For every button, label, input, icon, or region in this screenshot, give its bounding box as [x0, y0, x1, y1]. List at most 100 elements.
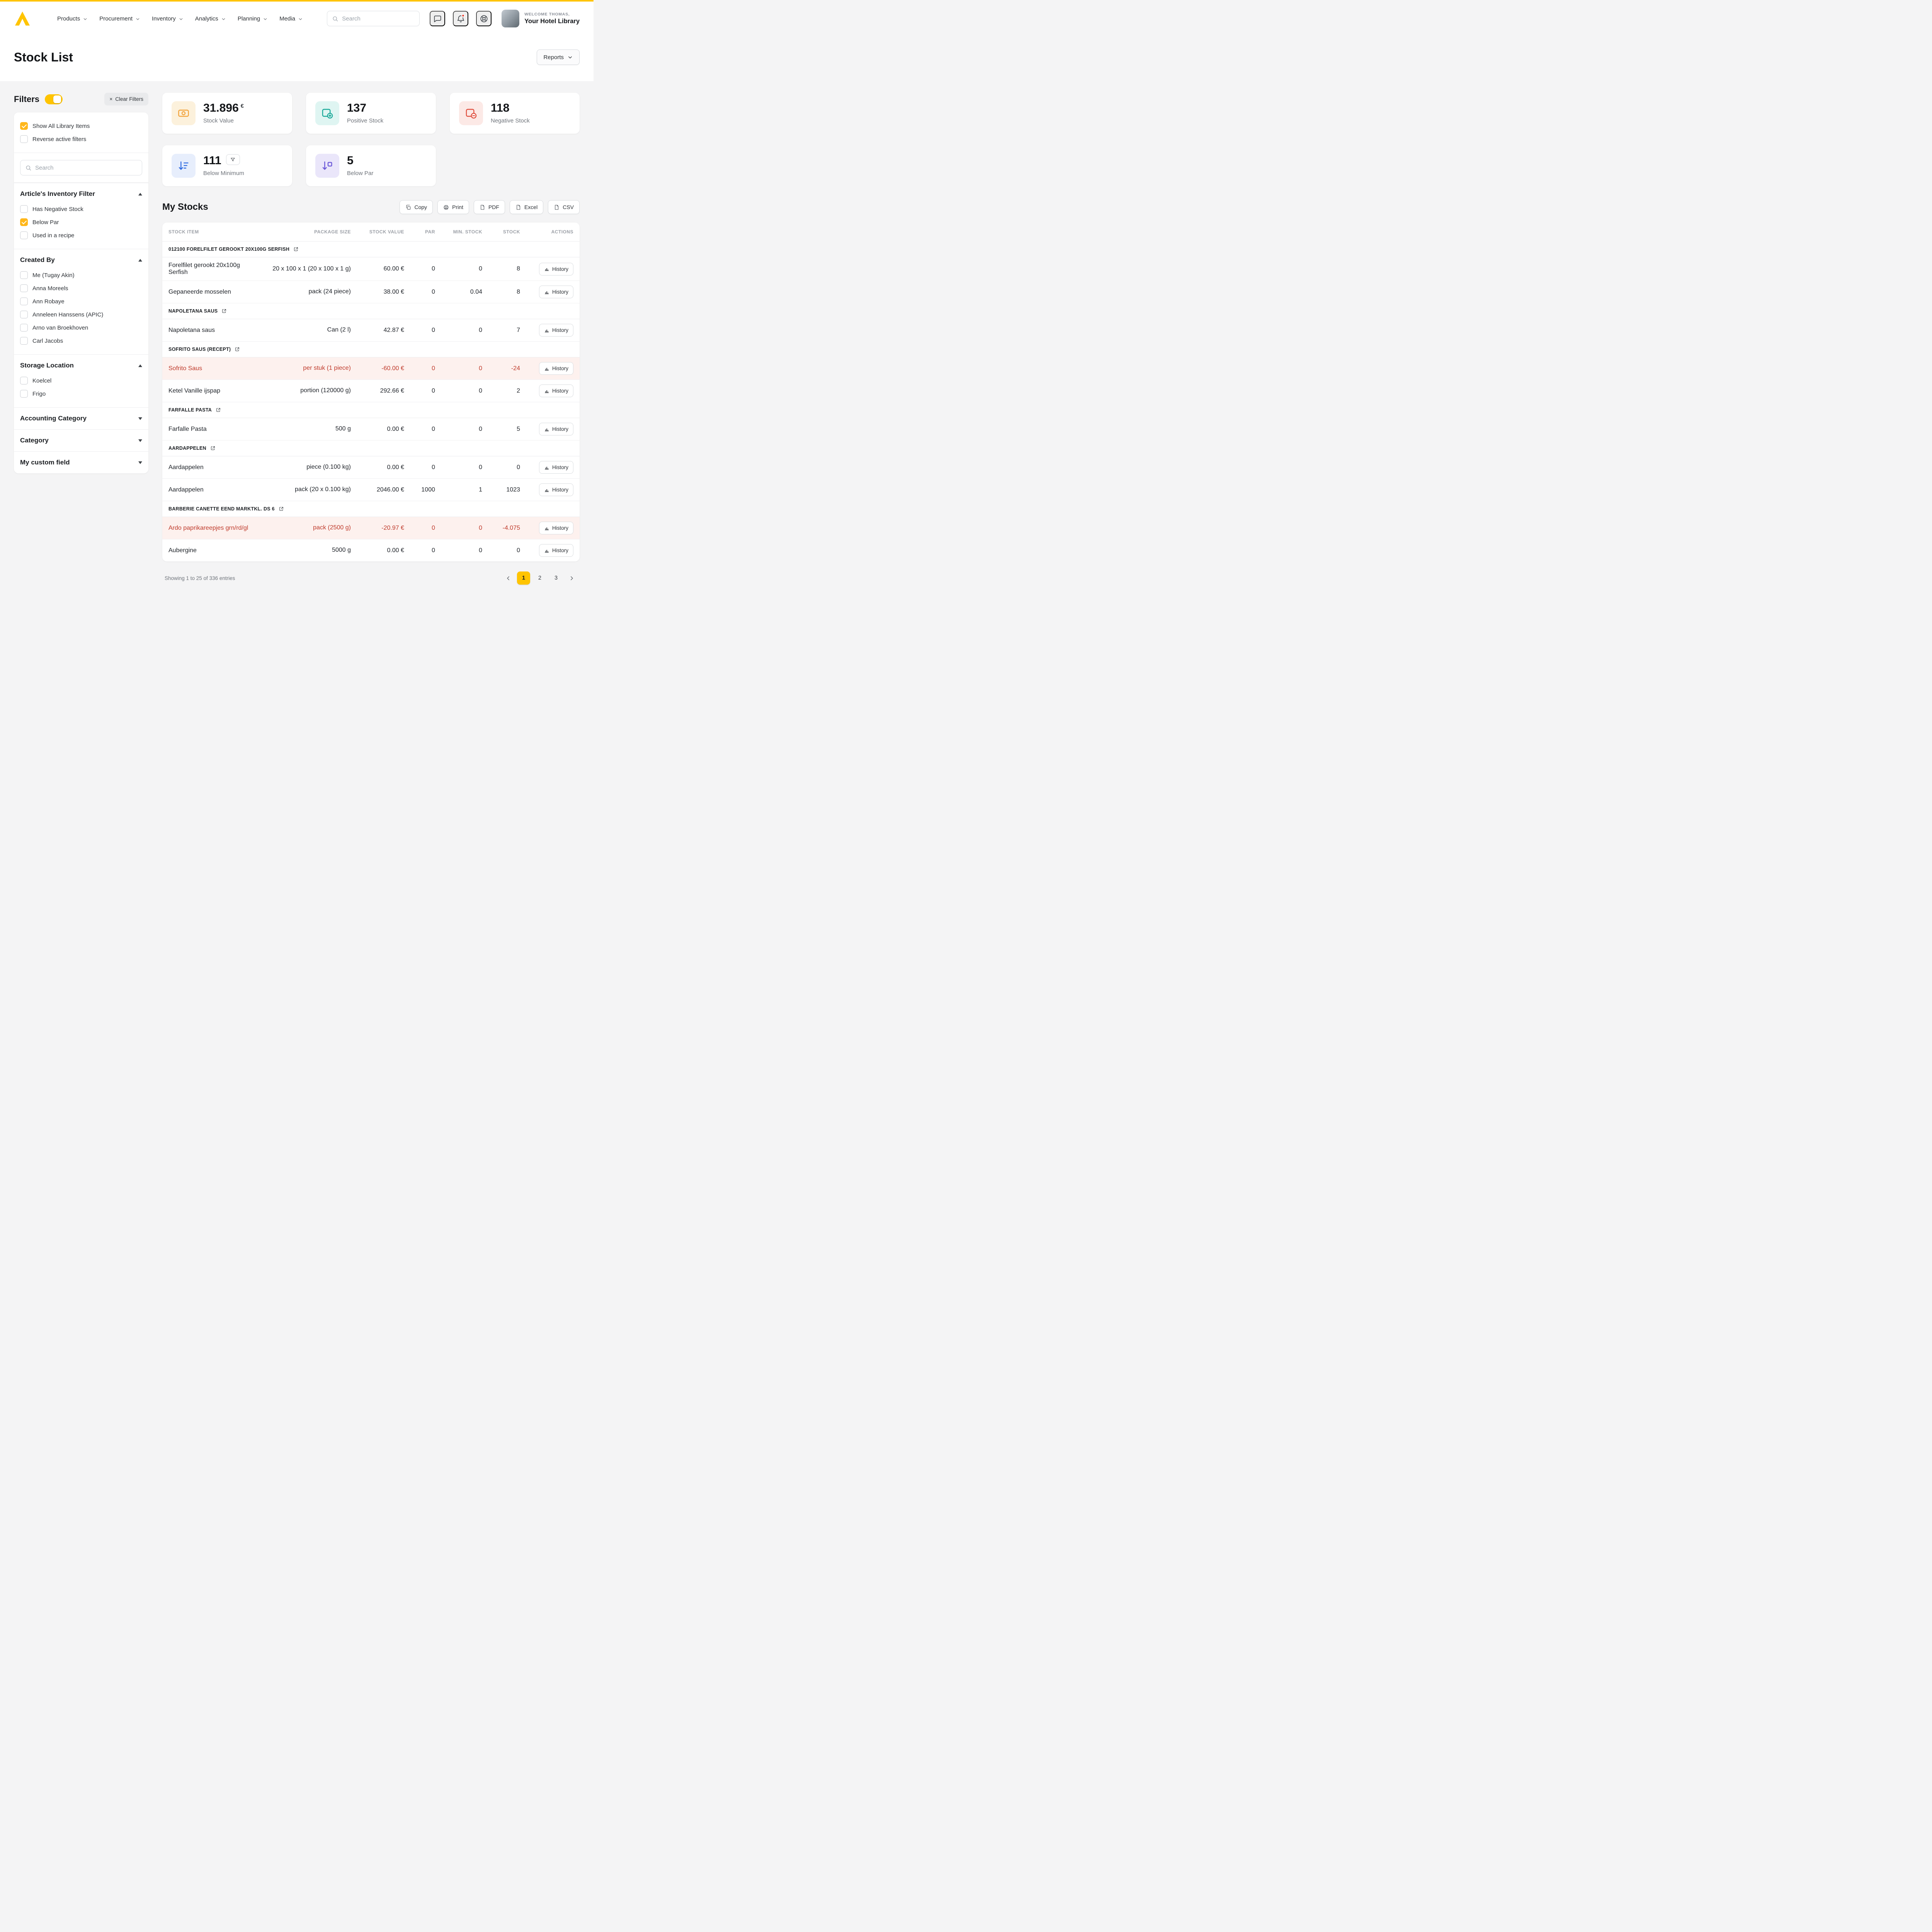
filter-section-toggle-my-custom-field[interactable]: My custom field [20, 459, 142, 466]
nav-item-analytics[interactable]: Analytics [195, 15, 226, 22]
filter-option-carl-jacobs[interactable]: Carl Jacobs [20, 334, 142, 347]
filters-title: Filters [14, 94, 40, 104]
export-excel-button[interactable]: Excel [509, 200, 544, 214]
table-row: Farfalle Pasta 500 g 0.00 € 0 0 5 History [162, 418, 580, 440]
history-button-label: History [552, 266, 568, 272]
history-button-label: History [552, 525, 568, 531]
external-link-icon [216, 407, 221, 413]
history-button[interactable]: History [539, 544, 573, 557]
history-button[interactable]: History [539, 423, 573, 435]
chat-button[interactable] [430, 11, 446, 26]
filters-toggle[interactable] [45, 94, 63, 104]
stocks-title: My Stocks [162, 202, 208, 212]
stock-minus-icon [465, 107, 477, 119]
export-print-button[interactable]: Print [437, 200, 469, 214]
filter-option-label: Reverse active filters [32, 136, 87, 143]
history-button[interactable]: History [539, 522, 573, 534]
min-stock-value: 0 [479, 425, 482, 432]
filter-section-toggle-accounting-category[interactable]: Accounting Category [20, 415, 142, 422]
filter-section-toggle-created-by[interactable]: Created By [20, 256, 142, 264]
filter-option-has-negative-stock[interactable]: Has Negative Stock [20, 202, 142, 216]
checkbox-checked [20, 122, 28, 130]
actions-cell: History [539, 461, 573, 474]
clear-filters-button[interactable]: × Clear Filters [104, 93, 148, 105]
bell-button[interactable] [453, 11, 469, 26]
previous-page-button[interactable] [502, 571, 514, 585]
stat-value: 137 [347, 102, 367, 114]
content-area: Filters × Clear Filters Show All Library… [0, 81, 594, 605]
chevron-down-icon [138, 461, 142, 464]
filter-section-toggle-category[interactable]: Category [20, 437, 142, 444]
history-button[interactable]: History [539, 262, 573, 276]
reports-label: Reports [543, 54, 564, 61]
nav-item-media[interactable]: Media [279, 15, 303, 22]
filter-option-arno-van-broekhoven[interactable]: Arno van Broekhoven [20, 321, 142, 334]
stat-card-below-par: 5 Below Par [306, 145, 436, 186]
filter-option-me-tugay-akin[interactable]: Me (Tugay Akin) [20, 269, 142, 282]
export-copy-button[interactable]: Copy [400, 200, 433, 214]
filter-option-frigo[interactable]: Frigo [20, 387, 142, 400]
stat-value: 111 [203, 154, 221, 167]
filter-section-options: Koelcel Frigo [20, 374, 142, 400]
external-link-icon[interactable] [210, 446, 216, 451]
nav-item-procurement[interactable]: Procurement [99, 15, 140, 22]
filter-option-used-in-a-recipe[interactable]: Used in a recipe [20, 229, 142, 242]
below-par-icon [321, 160, 333, 172]
page-button-1[interactable]: 1 [517, 571, 530, 585]
chevron-down-icon [298, 17, 303, 22]
page-button-2[interactable]: 2 [533, 571, 546, 585]
external-link-icon[interactable] [216, 407, 221, 413]
history-button[interactable]: History [539, 362, 573, 375]
history-button-label: History [552, 464, 568, 470]
chevron-up-icon [138, 192, 142, 196]
history-icon [544, 289, 549, 295]
page-button-3[interactable]: 3 [549, 571, 563, 585]
nav-item-planning[interactable]: Planning [238, 15, 268, 22]
nav-item-products[interactable]: Products [57, 15, 88, 22]
user-menu[interactable]: WELCOME THOMAS, Your Hotel Library [502, 10, 580, 27]
checkbox [20, 284, 28, 292]
filter-option-koelcel[interactable]: Koelcel [20, 374, 142, 387]
table-row: Aardappelen pack (20 x 0.100 kg) 2046.00 €… [162, 479, 580, 501]
filter-option-label: Arno van Broekhoven [32, 324, 88, 331]
export-pdf-button[interactable]: PDF [473, 200, 505, 214]
history-button[interactable]: History [539, 461, 573, 474]
history-button[interactable]: History [539, 286, 573, 298]
external-link-icon[interactable] [221, 308, 227, 314]
reports-button[interactable]: Reports [537, 49, 580, 65]
history-button[interactable]: History [539, 384, 573, 397]
min-stock-value: 0 [479, 524, 482, 531]
history-button[interactable]: History [539, 483, 573, 496]
nav-item-label: Media [279, 15, 296, 22]
filter-section-article-s-inventory-filter: Article's Inventory Filter Has Negative S… [14, 183, 148, 249]
actions-cell: History [539, 324, 573, 337]
brand-logo[interactable] [14, 11, 31, 26]
global-search-input[interactable] [342, 15, 415, 22]
filter-option-below-par[interactable]: Below Par [20, 216, 142, 229]
search-icon [332, 15, 338, 22]
external-link-icon[interactable] [293, 247, 299, 252]
stat-filter-badge[interactable] [226, 154, 240, 165]
filter-option-show-all-library-items[interactable]: Show All Library Items [20, 119, 142, 133]
help-icon [480, 14, 488, 23]
stock-item-name: Forelfilet gerookt 20x100g Serfish [168, 262, 240, 276]
export-csv-button[interactable]: CSV [548, 200, 580, 214]
actions-cell: History [539, 362, 573, 375]
filter-section-toggle-storage-location[interactable]: Storage Location [20, 362, 142, 369]
history-icon [544, 526, 549, 531]
history-button[interactable]: History [539, 324, 573, 337]
filters-search-input[interactable] [35, 164, 137, 171]
nav-item-inventory[interactable]: Inventory [152, 15, 184, 22]
external-link-icon[interactable] [235, 347, 240, 352]
filter-section-toggle-article-s-inventory-filter[interactable]: Article's Inventory Filter [20, 190, 142, 198]
help-button[interactable] [476, 11, 492, 26]
filter-option-ann-robaye[interactable]: Ann Robaye [20, 295, 142, 308]
filter-option-anneleen-hanssens-apic[interactable]: Anneleen Hanssens (APIC) [20, 308, 142, 321]
next-page-button[interactable] [566, 571, 577, 585]
filter-option-reverse-active-filters[interactable]: Reverse active filters [20, 133, 142, 146]
external-link-icon[interactable] [279, 506, 284, 512]
filter-option-anna-moreels[interactable]: Anna Moreels [20, 282, 142, 295]
filters-search [20, 160, 142, 175]
chevron-down-icon [567, 54, 573, 60]
history-button-label: History [552, 487, 568, 493]
